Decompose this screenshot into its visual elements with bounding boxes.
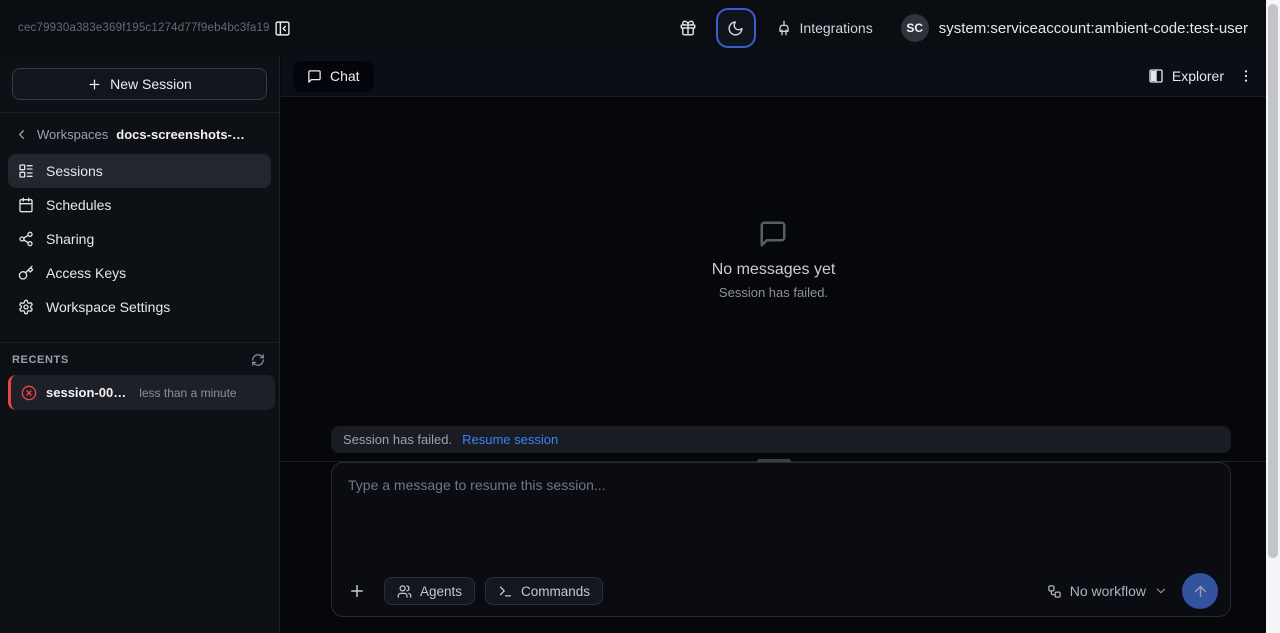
arrow-up-icon [1192, 583, 1209, 600]
commands-label: Commands [521, 584, 590, 599]
recents-title: RECENTS [12, 354, 69, 366]
empty-state-title: No messages yet [712, 261, 836, 279]
chat-header: Chat Explorer [281, 56, 1266, 97]
topbar: cec79930a383e369f195c1274d77f9eb4bc3fa19… [0, 0, 1266, 56]
sidebar-item-schedules[interactable]: Schedules [8, 188, 271, 222]
session-id-text: cec79930a383e369f195c1274d77f9eb4bc3fa19 [18, 22, 270, 34]
commands-button[interactable]: Commands [485, 577, 603, 605]
avatar[interactable]: SC [901, 14, 929, 42]
plus-icon [87, 77, 102, 92]
panel-split-icon [1148, 68, 1164, 84]
explorer-button[interactable]: Explorer [1148, 68, 1224, 84]
vertical-scrollbar[interactable] [1266, 0, 1280, 633]
workflow-label: No workflow [1070, 583, 1146, 599]
recent-session-time: less than a minute [139, 386, 236, 400]
integrations-button[interactable]: Integrations [776, 20, 873, 36]
list-item-recent-session[interactable]: session-00… less than a minute [8, 375, 275, 410]
recents-header: RECENTS [0, 343, 279, 373]
sidebar-item-sessions[interactable]: Sessions [8, 154, 271, 188]
message-composer: Agents Commands No workflow [331, 462, 1231, 617]
main-panel: Chat Explorer No messages yet [281, 56, 1266, 633]
username-text: system:serviceaccount:ambient-code:test-… [939, 20, 1248, 37]
share-icon [18, 231, 34, 247]
sidebar-nav: Sessions Schedules Sharing Access Keys [0, 150, 279, 328]
terminal-icon [498, 584, 513, 599]
composer-toolbar-right: No workflow [1047, 573, 1218, 609]
plug-icon [776, 20, 792, 36]
topbar-right-group: Integrations SC system:serviceaccount:am… [670, 10, 1266, 46]
breadcrumb[interactable]: Workspaces docs-screenshots-17… [0, 113, 279, 150]
chevron-down-icon [1154, 584, 1168, 598]
explorer-label: Explorer [1172, 68, 1224, 84]
sidebar-item-access-keys[interactable]: Access Keys [8, 256, 271, 290]
sidebar-item-label: Schedules [46, 197, 111, 213]
sessions-list-icon [18, 163, 34, 179]
chevron-left-icon [14, 127, 29, 142]
workflow-dropdown[interactable]: No workflow [1047, 583, 1168, 599]
sidebar-item-label: Access Keys [46, 265, 126, 281]
new-session-wrap: New Session [0, 56, 279, 113]
gift-icon[interactable] [670, 10, 706, 46]
message-input[interactable] [332, 463, 1230, 559]
banner-message: Session has failed. [343, 432, 452, 447]
empty-state-subtitle: Session has failed. [719, 285, 828, 300]
sidebar-item-label: Sessions [46, 163, 103, 179]
recent-session-name: session-00… [46, 385, 126, 400]
resume-session-link[interactable]: Resume session [462, 432, 558, 447]
panel-collapse-icon[interactable] [274, 20, 291, 37]
vertical-scrollbar-thumb[interactable] [1268, 4, 1278, 558]
tab-chat-label: Chat [330, 68, 360, 84]
new-session-button[interactable]: New Session [12, 68, 267, 100]
attach-plus-icon[interactable] [344, 578, 370, 604]
refresh-icon[interactable] [251, 353, 265, 367]
message-square-icon [758, 219, 788, 249]
theme-toggle-moon-icon[interactable] [718, 10, 754, 46]
message-square-icon [307, 69, 322, 84]
key-icon [18, 265, 34, 281]
agents-button[interactable]: Agents [384, 577, 475, 605]
sidebar-item-workspace-settings[interactable]: Workspace Settings [8, 290, 271, 324]
chat-header-right: Explorer [1148, 68, 1254, 84]
tab-chat[interactable]: Chat [293, 61, 374, 92]
send-button[interactable] [1182, 573, 1218, 609]
sidebar-item-label: Workspace Settings [46, 299, 170, 315]
workspaces-label: Workspaces [37, 127, 108, 142]
agents-label: Agents [420, 584, 462, 599]
kebab-menu-icon[interactable] [1238, 68, 1254, 84]
session-failed-banner: Session has failed. Resume session [331, 426, 1231, 453]
calendar-icon [18, 197, 34, 213]
sidebar-item-sharing[interactable]: Sharing [8, 222, 271, 256]
circle-x-error-icon [21, 385, 37, 401]
app-window: cec79930a383e369f195c1274d77f9eb4bc3fa19… [0, 0, 1280, 633]
gear-icon [18, 299, 34, 315]
integrations-label: Integrations [800, 20, 873, 36]
chat-message-area: No messages yet Session has failed. [281, 97, 1266, 426]
sidebar: New Session Workspaces docs-screenshots-… [0, 56, 280, 633]
sidebar-item-label: Sharing [46, 231, 94, 247]
empty-state: No messages yet Session has failed. [712, 219, 836, 300]
composer-toolbar: Agents Commands No workflow [344, 576, 1218, 606]
workspace-name: docs-screenshots-17… [116, 127, 246, 142]
workflow-icon [1047, 584, 1062, 599]
users-icon [397, 584, 412, 599]
